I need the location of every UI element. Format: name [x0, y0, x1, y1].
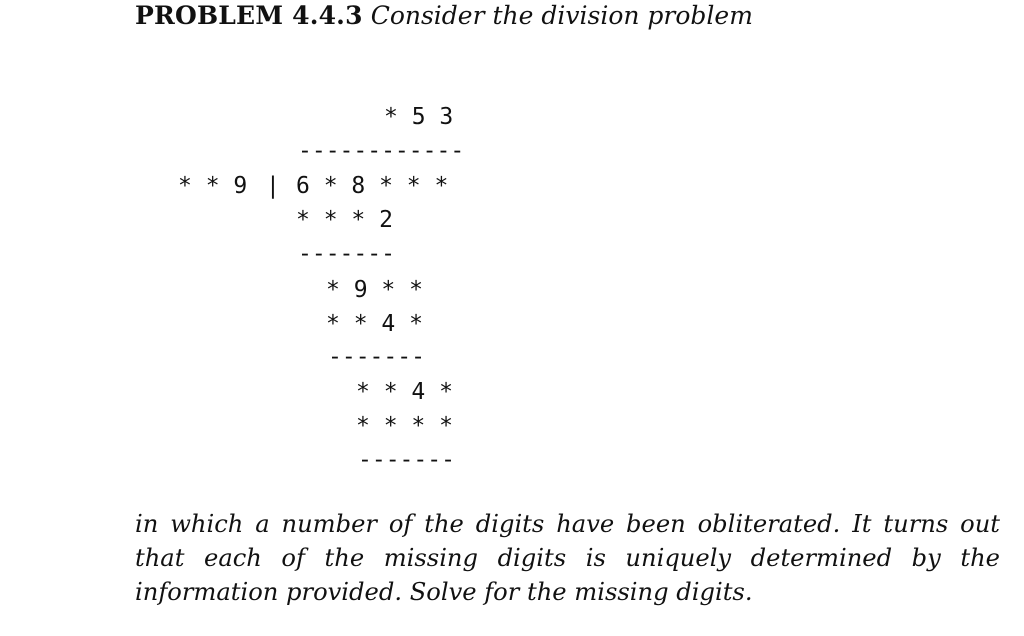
dividend: 6 * 8 * * * — [296, 173, 449, 199]
quotient-rule: ------------ — [298, 138, 465, 164]
quotient: * 5 3 — [384, 104, 454, 130]
problem-page: PROBLEM 4.4.3 Consider the division probl… — [0, 0, 1024, 636]
problem-label: PROBLEM 4.4.3 — [135, 1, 363, 30]
problem-heading: PROBLEM 4.4.3 Consider the division probl… — [135, 0, 753, 32]
step-2-remainder: * * 4 * — [356, 379, 453, 405]
divisor: * * 9 — [178, 173, 248, 199]
step-1-product: * * * 2 — [296, 207, 393, 233]
problem-intro: Consider the division problem — [370, 1, 753, 30]
step-2-rule: ------- — [328, 344, 425, 370]
division-bar: | — [266, 173, 280, 199]
step-1-rule: ------- — [298, 241, 395, 267]
step-2-product: * * 4 * — [326, 311, 423, 337]
problem-body-text: in which a number of the digits have bee… — [135, 510, 1000, 606]
step-3-rule: ------- — [358, 447, 455, 473]
step-3-product: * * * * — [356, 413, 453, 439]
step-1-remainder: * 9 * * — [326, 277, 423, 303]
